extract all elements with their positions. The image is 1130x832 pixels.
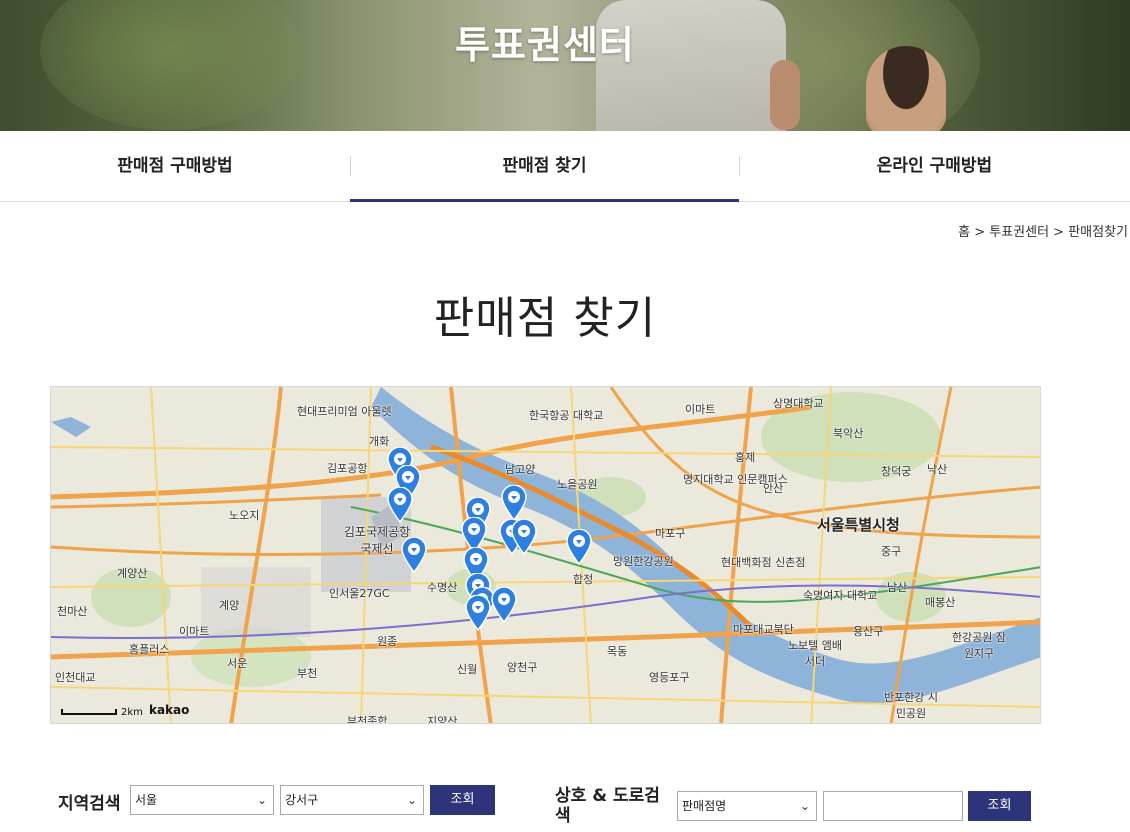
map-label: 신월: [457, 663, 478, 676]
map-label: 부천종합: [347, 715, 388, 724]
store-marker-icon[interactable]: [465, 595, 491, 631]
map-label: 서운: [227, 657, 248, 670]
store-marker-icon[interactable]: [401, 537, 427, 573]
map-label: 창덕궁: [881, 465, 912, 478]
map-label: 이마트: [179, 625, 210, 638]
map-label: 수명산: [427, 581, 458, 594]
map-label: 김포공항: [327, 462, 368, 475]
tab-store-purchase[interactable]: 판매점 구매방법: [0, 131, 350, 202]
kakao-logo: kakao: [149, 703, 190, 717]
district-select[interactable]: 강서구 ⌄: [280, 785, 424, 815]
map-label: 노오지: [229, 509, 260, 522]
map-label: 남산: [887, 581, 908, 594]
map-label: 계양: [219, 599, 240, 612]
map-label: 목동: [607, 645, 628, 658]
map-label: 낙산: [927, 463, 948, 476]
map-label: 영등포구: [649, 671, 690, 684]
map-label: 계양산: [117, 567, 148, 580]
map-scale: 2km: [61, 707, 143, 718]
map-label: 북악산: [833, 427, 864, 440]
map-label: 홍제: [735, 451, 756, 464]
store-marker-icon[interactable]: [501, 485, 527, 521]
map-label: 인천대교: [55, 671, 96, 684]
map-label: 마포대교북단: [733, 623, 794, 636]
name-search-label: 상호 & 도로검색: [555, 786, 660, 826]
map-label: 천마산: [57, 605, 88, 618]
map-label: 매봉산: [925, 596, 956, 609]
map-label: 현대프리미엄 아울렛: [297, 405, 392, 418]
map-label: 홈플러스: [129, 643, 170, 656]
hero-banner: 투표권센터: [0, 0, 1130, 131]
chevron-down-icon: ⌄: [406, 793, 417, 807]
map-label: 마포구: [655, 527, 686, 540]
region-search-label: 지역검색: [58, 794, 121, 814]
map-label: 망원한강공원: [613, 555, 674, 568]
map-label: 노을공원: [557, 478, 598, 491]
store-marker-icon[interactable]: [511, 519, 537, 555]
map-label: 양천구: [507, 661, 538, 674]
map-label: 서울특별시청: [817, 516, 900, 534]
store-map[interactable]: 현대프리미엄 아울렛 한국항공 대학교 이마트 상명대학교 개화 김포공항 북악…: [50, 386, 1041, 724]
map-label: 합정: [573, 573, 594, 586]
map-label: 남고양: [505, 463, 536, 476]
chevron-down-icon: ⌄: [256, 793, 267, 807]
page-title: 판매점 찾기: [433, 293, 657, 344]
map-label: 안산: [763, 482, 784, 495]
map-label: 인서울27GC: [329, 587, 390, 600]
tab-online-purchase[interactable]: 온라인 구매방법: [739, 131, 1130, 202]
map-label: 노보텔 앰배서더: [787, 639, 843, 668]
map-label: 상명대학교: [773, 397, 824, 410]
store-marker-icon[interactable]: [387, 487, 413, 523]
map-label: 반포한강 시민공원: [883, 691, 939, 720]
map-label: 한강공원 잠원지구: [951, 631, 1007, 660]
map-label: 용산구: [853, 625, 884, 638]
map-label: 중구: [881, 545, 902, 558]
name-search-input[interactable]: [823, 791, 963, 821]
map-label: 이마트: [685, 403, 716, 416]
map-label: 현대백화점 신촌점: [721, 556, 806, 569]
map-label: 한국항공 대학교: [529, 409, 604, 422]
map-label: 지양산: [427, 715, 458, 724]
map-label: 부천: [297, 667, 318, 680]
map-label: 원종: [377, 635, 398, 648]
name-type-select[interactable]: 판매점명 ⌄: [677, 791, 817, 821]
map-label: 숙명여자 대학교: [803, 589, 878, 602]
hero-title: 투표권센터: [455, 23, 635, 67]
city-select[interactable]: 서울 ⌄: [130, 785, 274, 815]
name-search-button[interactable]: 조회: [968, 791, 1031, 821]
sub-navigation-tabs: 판매점 구매방법 판매점 찾기 온라인 구매방법: [0, 131, 1130, 202]
tab-find-store[interactable]: 판매점 찾기: [350, 131, 739, 202]
store-marker-icon[interactable]: [491, 587, 517, 623]
store-marker-icon[interactable]: [566, 529, 592, 565]
chevron-down-icon: ⌄: [799, 799, 810, 813]
region-search-button[interactable]: 조회: [430, 785, 495, 815]
breadcrumb: 홈 > 투표권센터 > 판매점찾기: [958, 225, 1128, 240]
